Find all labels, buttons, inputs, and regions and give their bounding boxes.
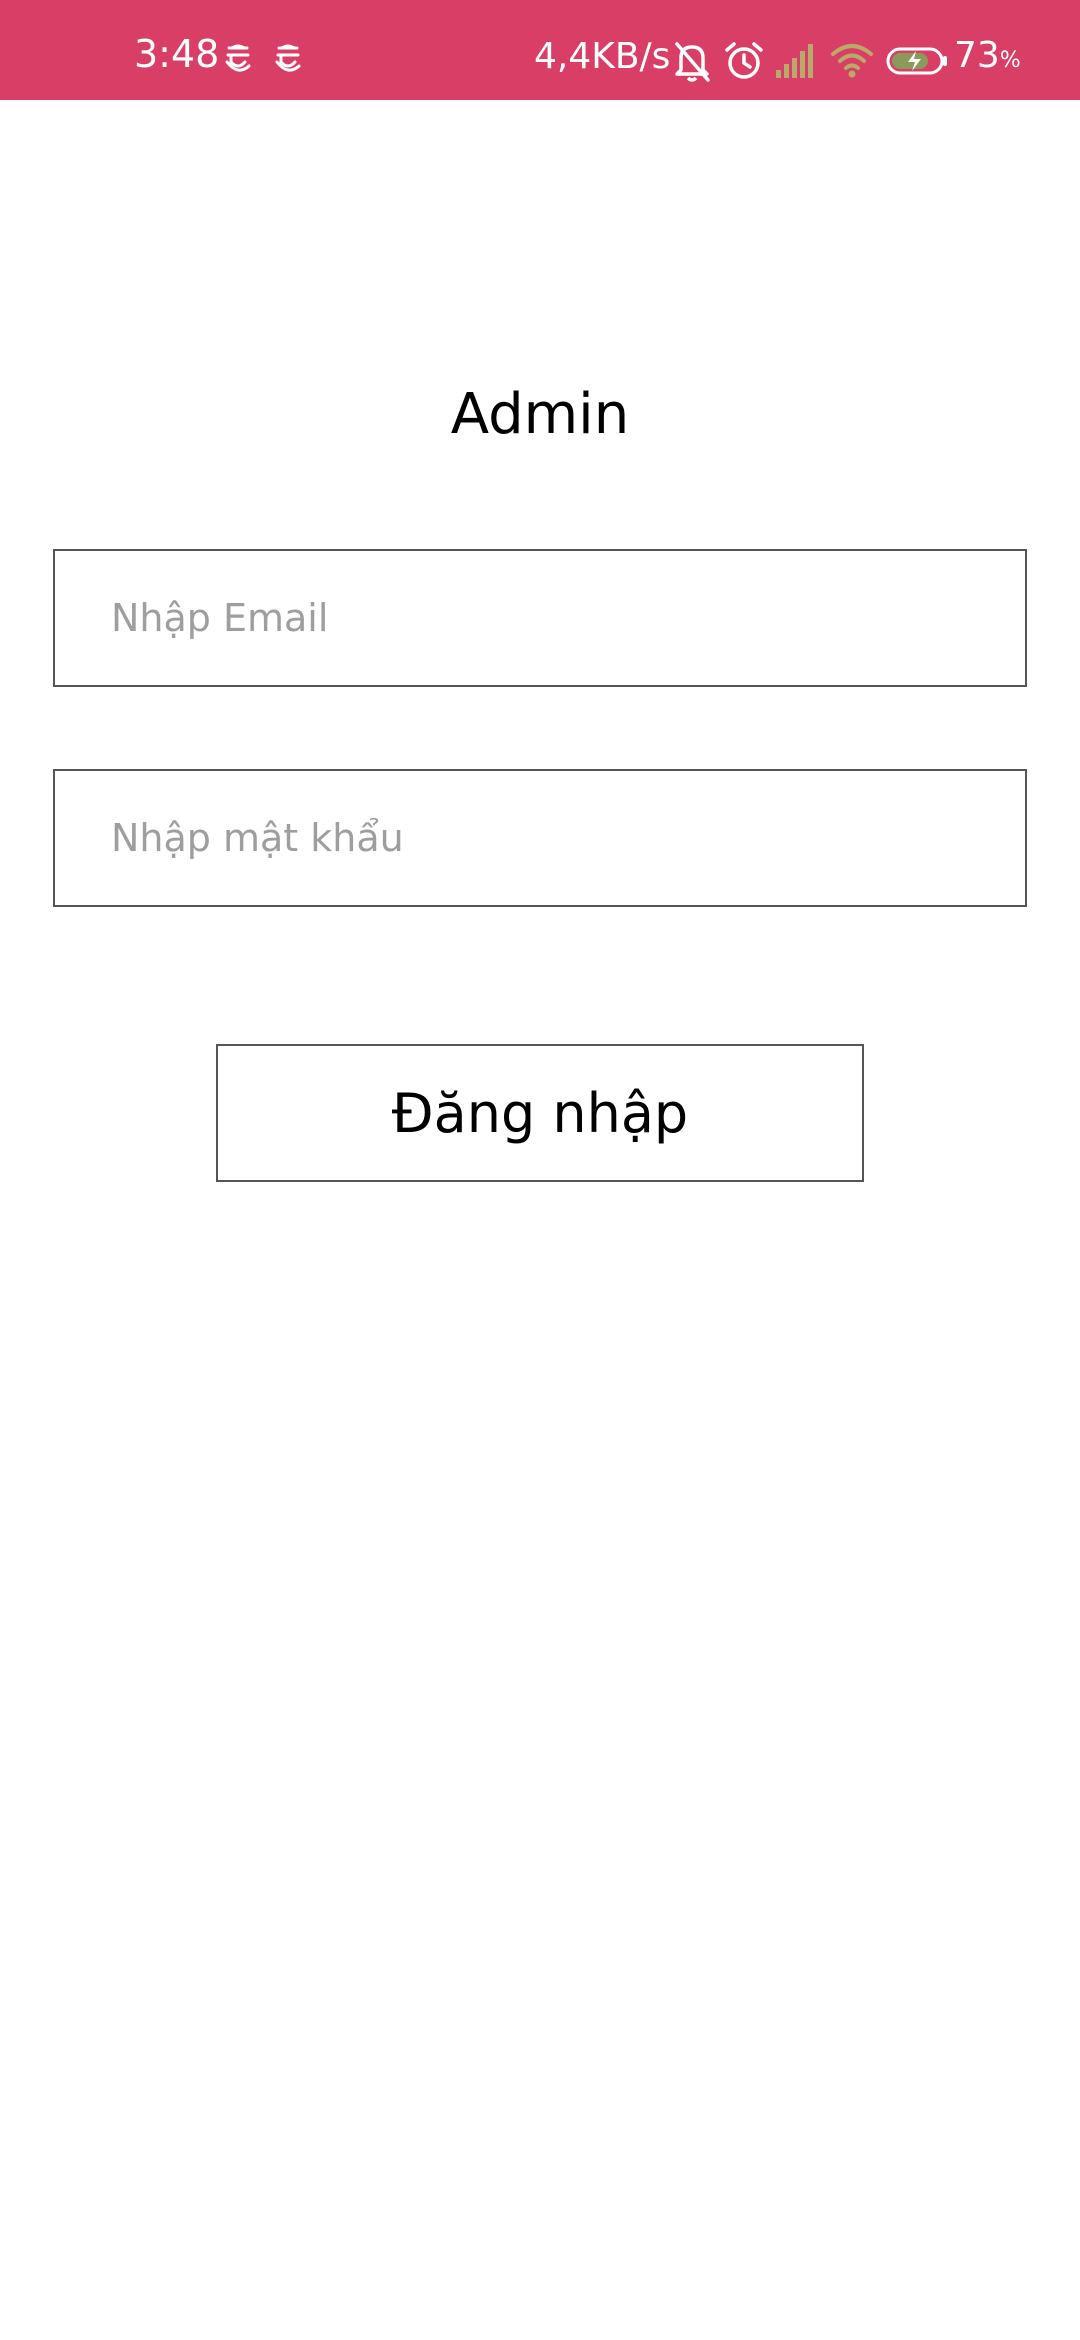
page-title: Admin	[450, 382, 630, 447]
email-field[interactable]	[53, 549, 1027, 687]
app-notification-icon	[274, 42, 302, 78]
status-bar: 3:48 4,4KB/s 73%	[0, 0, 1080, 100]
password-field[interactable]	[53, 769, 1027, 907]
login-button[interactable]: Đăng nhập	[216, 1044, 864, 1182]
app-notification-icon	[224, 42, 252, 78]
alarm-icon	[723, 40, 765, 86]
bell-muted-icon	[672, 40, 712, 86]
battery-percentage: 73%	[954, 36, 1021, 81]
battery-unit: %	[999, 48, 1021, 73]
signal-icon	[774, 40, 816, 84]
network-speed: 4,4KB/s	[534, 36, 671, 77]
battery-level: 73	[954, 35, 1000, 76]
wifi-icon	[830, 40, 874, 84]
status-time: 3:48	[134, 32, 220, 76]
battery-charging-icon	[886, 46, 948, 80]
